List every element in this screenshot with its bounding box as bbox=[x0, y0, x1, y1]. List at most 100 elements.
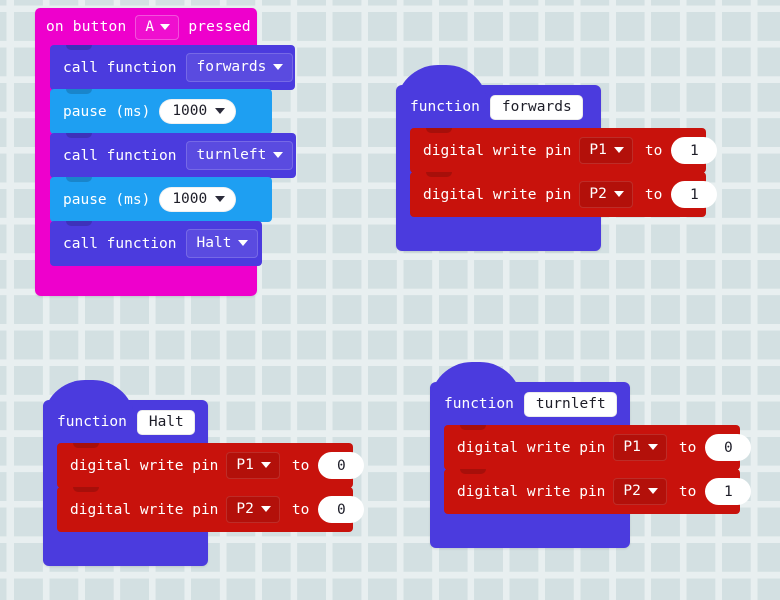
function-block-footer bbox=[396, 217, 601, 251]
pause-duration-field[interactable]: 1000 bbox=[159, 187, 237, 212]
chevron-down-icon bbox=[238, 240, 249, 246]
block-pause-1[interactable]: pause (ms) 1000 bbox=[50, 89, 272, 134]
function-forwards-body: digital write pin P1 to 1 digital write … bbox=[396, 128, 718, 217]
call-function-target-value: forwards bbox=[196, 59, 267, 75]
block-call-function-turnleft[interactable]: call function turnleft bbox=[50, 133, 296, 178]
digital-write-value-field[interactable]: 0 bbox=[705, 434, 752, 461]
pause-label: pause (ms) bbox=[63, 191, 151, 208]
to-label: to bbox=[644, 186, 663, 203]
pause-label: pause (ms) bbox=[63, 103, 151, 120]
block-digital-write-p2[interactable]: digital write pin P2 to 0 bbox=[57, 487, 365, 532]
function-forwards-header[interactable]: function forwards bbox=[396, 85, 601, 129]
pin-select-value: P2 bbox=[589, 186, 607, 202]
digital-write-value: 1 bbox=[689, 186, 699, 203]
button-select-dropdown[interactable]: A bbox=[135, 14, 180, 40]
digital-write-value: 0 bbox=[723, 439, 733, 456]
block-call-function-halt[interactable]: call function Halt bbox=[50, 221, 262, 266]
function-halt-header[interactable]: function Halt bbox=[43, 400, 208, 444]
digital-write-value-field[interactable]: 1 bbox=[671, 137, 718, 164]
script-function-forwards[interactable]: function forwards digital write pin P1 t… bbox=[396, 65, 718, 251]
digital-write-value-field[interactable]: 1 bbox=[705, 478, 752, 505]
pin-select-dropdown[interactable]: P1 bbox=[226, 452, 280, 479]
call-function-label: call function bbox=[63, 59, 177, 76]
function-block-footer bbox=[43, 532, 208, 566]
digital-write-label: digital write pin bbox=[70, 457, 219, 474]
function-halt-body: digital write pin P1 to 0 digital write … bbox=[43, 443, 365, 532]
digital-write-value-field[interactable]: 1 bbox=[671, 181, 718, 208]
script-on-button-pressed[interactable]: on button A pressed call function forwar… bbox=[35, 8, 296, 296]
on-button-pressed-header[interactable]: on button A pressed bbox=[35, 8, 257, 46]
chevron-down-icon bbox=[613, 147, 624, 153]
on-button-pressed-body: call function forwards pause (ms) 1000 c… bbox=[35, 45, 296, 266]
pin-select-dropdown[interactable]: P2 bbox=[613, 478, 667, 505]
digital-write-value-field[interactable]: 0 bbox=[318, 452, 365, 479]
pin-select-dropdown[interactable]: P2 bbox=[579, 181, 633, 208]
function-name-value: Halt bbox=[148, 413, 184, 430]
to-label: to bbox=[644, 142, 663, 159]
block-digital-write-p1[interactable]: digital write pin P1 to 0 bbox=[444, 425, 752, 470]
to-label: to bbox=[678, 483, 697, 500]
function-turnleft-body: digital write pin P1 to 0 digital write … bbox=[430, 425, 752, 514]
pin-select-dropdown[interactable]: P1 bbox=[613, 434, 667, 461]
pause-duration-value: 1000 bbox=[172, 103, 208, 119]
pin-select-value: P1 bbox=[623, 439, 641, 455]
chevron-down-icon bbox=[273, 152, 284, 158]
pause-duration-value: 1000 bbox=[172, 191, 208, 207]
call-function-target-dropdown[interactable]: forwards bbox=[185, 53, 293, 82]
call-function-label: call function bbox=[63, 235, 177, 252]
function-name-field[interactable]: Halt bbox=[136, 409, 195, 435]
function-name-field[interactable]: forwards bbox=[489, 94, 583, 120]
call-function-target-dropdown[interactable]: Halt bbox=[185, 229, 259, 258]
pin-select-value: P2 bbox=[236, 501, 254, 517]
call-function-target-dropdown[interactable]: turnleft bbox=[185, 141, 293, 170]
event-block-footer bbox=[35, 266, 257, 296]
to-label: to bbox=[291, 457, 310, 474]
pause-duration-field[interactable]: 1000 bbox=[159, 99, 237, 124]
chevron-down-icon bbox=[647, 488, 658, 494]
to-label: to bbox=[678, 439, 697, 456]
digital-write-label: digital write pin bbox=[423, 186, 572, 203]
function-keyword-label: function bbox=[410, 99, 480, 115]
digital-write-label: digital write pin bbox=[457, 483, 606, 500]
pin-select-value: P1 bbox=[236, 457, 254, 473]
pin-select-value: P2 bbox=[623, 483, 641, 499]
digital-write-value: 0 bbox=[336, 457, 346, 474]
digital-write-value: 1 bbox=[689, 142, 699, 159]
function-turnleft-header[interactable]: function turnleft bbox=[430, 382, 630, 426]
function-name-value: turnleft bbox=[535, 395, 606, 412]
digital-write-label: digital write pin bbox=[457, 439, 606, 456]
block-digital-write-p2[interactable]: digital write pin P2 to 1 bbox=[410, 172, 718, 217]
to-label: to bbox=[291, 501, 310, 518]
chevron-down-icon bbox=[215, 108, 226, 114]
block-digital-write-p1[interactable]: digital write pin P1 to 0 bbox=[57, 443, 365, 488]
block-editor-workspace[interactable]: on button A pressed call function forwar… bbox=[0, 0, 780, 600]
block-digital-write-p2[interactable]: digital write pin P2 to 1 bbox=[444, 469, 752, 514]
script-function-halt[interactable]: function Halt digital write pin P1 to 0 … bbox=[43, 380, 365, 566]
script-function-turnleft[interactable]: function turnleft digital write pin P1 t… bbox=[430, 362, 752, 548]
pin-select-dropdown[interactable]: P1 bbox=[579, 137, 633, 164]
pin-select-dropdown[interactable]: P2 bbox=[226, 496, 280, 523]
chevron-down-icon bbox=[613, 191, 624, 197]
chevron-down-icon bbox=[273, 64, 284, 70]
call-function-target-value: turnleft bbox=[196, 147, 267, 163]
chevron-down-icon bbox=[260, 506, 271, 512]
chevron-down-icon bbox=[260, 462, 271, 468]
chevron-down-icon bbox=[647, 444, 658, 450]
button-select-value: A bbox=[145, 18, 155, 35]
function-keyword-label: function bbox=[444, 396, 514, 412]
chevron-down-icon bbox=[215, 196, 226, 202]
call-function-target-value: Halt bbox=[196, 235, 232, 251]
on-button-label: on button bbox=[46, 19, 127, 35]
digital-write-label: digital write pin bbox=[70, 501, 219, 518]
digital-write-value-field[interactable]: 0 bbox=[318, 496, 365, 523]
chevron-down-icon bbox=[160, 23, 171, 30]
call-function-label: call function bbox=[63, 147, 177, 164]
pin-select-value: P1 bbox=[589, 142, 607, 158]
block-pause-2[interactable]: pause (ms) 1000 bbox=[50, 177, 272, 222]
function-keyword-label: function bbox=[57, 414, 127, 430]
block-call-function-forwards[interactable]: call function forwards bbox=[50, 45, 295, 90]
digital-write-value: 1 bbox=[723, 483, 733, 500]
digital-write-label: digital write pin bbox=[423, 142, 572, 159]
block-digital-write-p1[interactable]: digital write pin P1 to 1 bbox=[410, 128, 718, 173]
function-name-field[interactable]: turnleft bbox=[523, 391, 617, 417]
